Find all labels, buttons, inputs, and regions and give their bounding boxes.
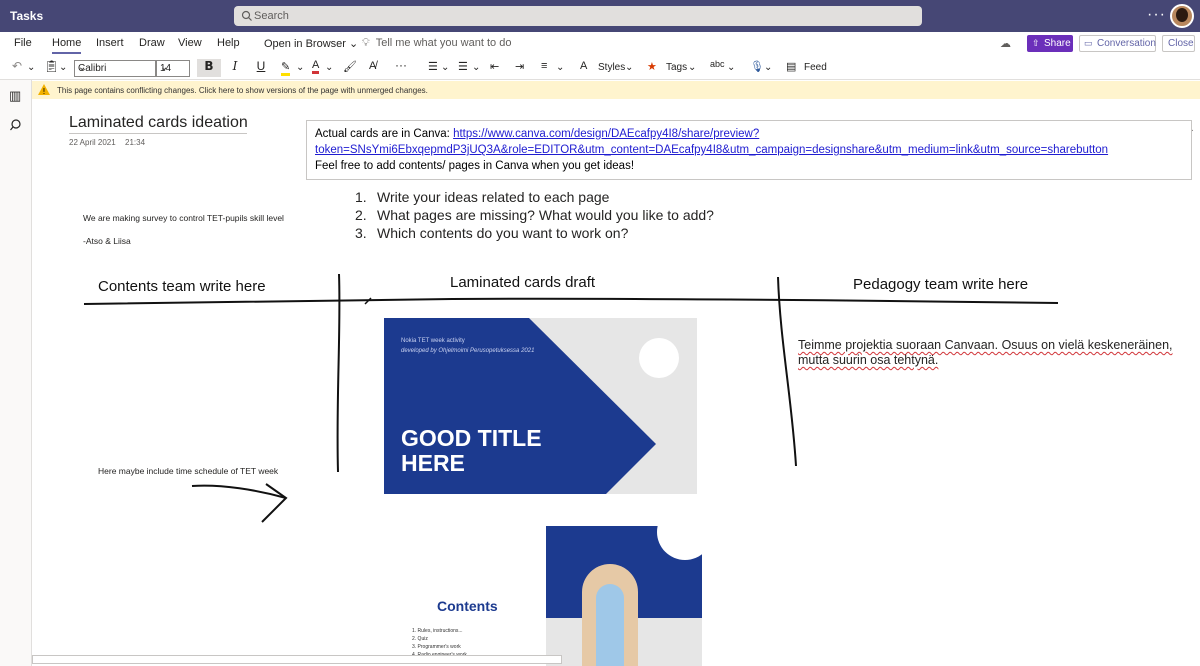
- clipboard-icon[interactable]: 📋︎: [44, 59, 59, 73]
- card-meta: Nokia TET week activity developed by Ohj…: [401, 336, 534, 356]
- more-options-icon[interactable]: ···: [1147, 6, 1166, 24]
- tag-icon[interactable]: ★: [647, 60, 657, 73]
- list-item: 1. Rules, instructions...: [412, 628, 463, 634]
- share-label: Share: [1044, 38, 1071, 49]
- tags-label[interactable]: Tags: [666, 62, 687, 73]
- search-icon: [241, 10, 252, 21]
- close-button[interactable]: Close: [1162, 35, 1195, 52]
- ribbon-toolbar: ↶ ⌄ 📋︎ ⌄ Calibri ⌄ 14 ⌄ B I U ✎ ⌄ A ⌄ 🖌︎ A…: [0, 56, 1200, 137]
- highlight-icon[interactable]: ✎: [281, 60, 291, 76]
- menu-open-in-browser[interactable]: Open in Browser ⌄: [264, 37, 358, 50]
- chevron-down-icon[interactable]: ⌄: [472, 62, 480, 73]
- search-placeholder: Search: [254, 10, 289, 22]
- ink-right-vertical-line: [777, 276, 797, 467]
- list-item: 3. Programmer's work: [412, 644, 461, 650]
- chevron-down-icon[interactable]: ⌄: [59, 62, 67, 73]
- card-meta-line2: developed by Ohjelmoimi Perusopetuksessa…: [401, 348, 535, 354]
- indent-icon[interactable]: ⇥: [515, 60, 524, 73]
- styles-icon[interactable]: A: [580, 60, 587, 72]
- chevron-down-icon[interactable]: ⌄: [296, 62, 304, 73]
- menu-view[interactable]: View: [178, 37, 202, 49]
- feed-icon[interactable]: ▤: [786, 60, 796, 73]
- align-icon[interactable]: ≡: [541, 60, 547, 72]
- menu-file[interactable]: File: [14, 37, 32, 49]
- search-input[interactable]: Search: [234, 6, 922, 26]
- card-meta-line1: Nokia TET week activity: [401, 338, 465, 344]
- card-arch-sky: [596, 584, 624, 666]
- card-circle: [639, 338, 679, 378]
- menu-home[interactable]: Home: [52, 37, 82, 54]
- left-rail: ▥: [0, 80, 32, 666]
- more-icon[interactable]: ···: [395, 58, 407, 72]
- card-title: GOOD TITLE HERE: [401, 426, 542, 476]
- list-item: 2. Quiz: [412, 636, 428, 642]
- title-bar: Tasks Search ···: [0, 0, 1200, 32]
- font-size-select[interactable]: 14 ⌄: [156, 60, 190, 77]
- dictate-icon[interactable]: 🎙︎: [750, 60, 764, 73]
- bullets-icon[interactable]: ☰: [428, 60, 438, 73]
- styles-label[interactable]: Styles: [598, 62, 625, 73]
- chevron-down-icon[interactable]: ⌄: [325, 62, 333, 73]
- numbering-icon[interactable]: ☰: [458, 60, 468, 73]
- chevron-down-icon[interactable]: ⌄: [625, 62, 633, 73]
- chevron-down-icon[interactable]: ⌄: [556, 62, 564, 73]
- title-card-preview[interactable]: Nokia TET week activity developed by Ohj…: [384, 318, 697, 494]
- notebooks-icon[interactable]: ▥: [9, 88, 21, 104]
- conversation-button[interactable]: Conversation ▭: [1079, 35, 1156, 52]
- font-color-icon[interactable]: A: [312, 59, 320, 74]
- tell-me-box[interactable]: 💡︎ Tell me what you want to do: [362, 37, 511, 50]
- menu-help[interactable]: Help: [217, 37, 240, 49]
- outdent-icon[interactable]: ⇤: [490, 60, 499, 73]
- bold-button[interactable]: B: [197, 59, 221, 77]
- contents-title: Contents: [437, 598, 498, 614]
- chevron-down-icon[interactable]: ⌄: [764, 62, 772, 73]
- chevron-down-icon[interactable]: ⌄: [441, 62, 449, 73]
- close-label: Close: [1168, 38, 1194, 49]
- menu-bar: File Home Insert Draw View Help Open in …: [0, 32, 1200, 56]
- chat-icon: ▭: [1084, 38, 1093, 48]
- clear-formatting-icon[interactable]: A̸: [369, 60, 376, 72]
- svg-text:!: !: [42, 87, 45, 95]
- menu-insert[interactable]: Insert: [96, 37, 124, 49]
- underline-button[interactable]: U: [254, 59, 268, 77]
- avatar[interactable]: [1170, 4, 1194, 28]
- contents-card-preview[interactable]: Contents 1. Rules, instructions... 2. Qu…: [412, 526, 702, 666]
- chevron-down-icon[interactable]: ⌄: [27, 62, 35, 73]
- ink-left-vertical-line: [336, 273, 341, 473]
- chevron-down-icon: ⌄: [349, 38, 359, 50]
- italic-button[interactable]: I: [228, 59, 242, 77]
- tell-me-text: Tell me what you want to do: [375, 37, 512, 49]
- search-icon[interactable]: [9, 118, 23, 132]
- ink-arrow-head: [261, 483, 288, 523]
- app-title: Tasks: [10, 9, 44, 23]
- chevron-down-icon[interactable]: ⌄: [688, 62, 696, 73]
- conversation-label: Conversation: [1097, 38, 1156, 49]
- chevron-down-icon[interactable]: ⌄: [727, 62, 735, 73]
- lightbulb-icon: 💡︎: [362, 37, 370, 49]
- font-family-select[interactable]: Calibri ⌄: [74, 60, 156, 77]
- page-canvas[interactable]: Laminated cards ideation 22 April 2021 2…: [32, 100, 1200, 666]
- card-title-line1: GOOD TITLE: [401, 425, 542, 451]
- feed-label[interactable]: Feed: [804, 62, 827, 73]
- warning-icon: !: [38, 84, 50, 97]
- cloud-sync-icon[interactable]: ☁: [1000, 37, 1011, 50]
- card-title-line2: HERE: [401, 450, 465, 476]
- share-icon: ⇧: [1032, 38, 1040, 48]
- chevron-down-icon: ⌄: [160, 62, 169, 73]
- horizontal-scrollbar[interactable]: [32, 655, 562, 664]
- ink-horizontal-line: [83, 297, 1059, 305]
- chevron-down-icon: ⌄: [78, 62, 87, 73]
- share-button[interactable]: Share ⇧: [1027, 35, 1073, 52]
- warning-message: This page contains conflicting changes. …: [57, 86, 428, 95]
- undo-icon[interactable]: ↶: [12, 59, 22, 73]
- spelling-icon[interactable]: abc: [710, 59, 725, 69]
- format-painter-icon[interactable]: 🖌︎: [343, 60, 357, 73]
- conflict-warning-bar[interactable]: ! This page contains conflicting changes…: [32, 81, 1200, 99]
- open-in-browser-label: Open in Browser: [264, 38, 346, 50]
- menu-draw[interactable]: Draw: [139, 37, 165, 49]
